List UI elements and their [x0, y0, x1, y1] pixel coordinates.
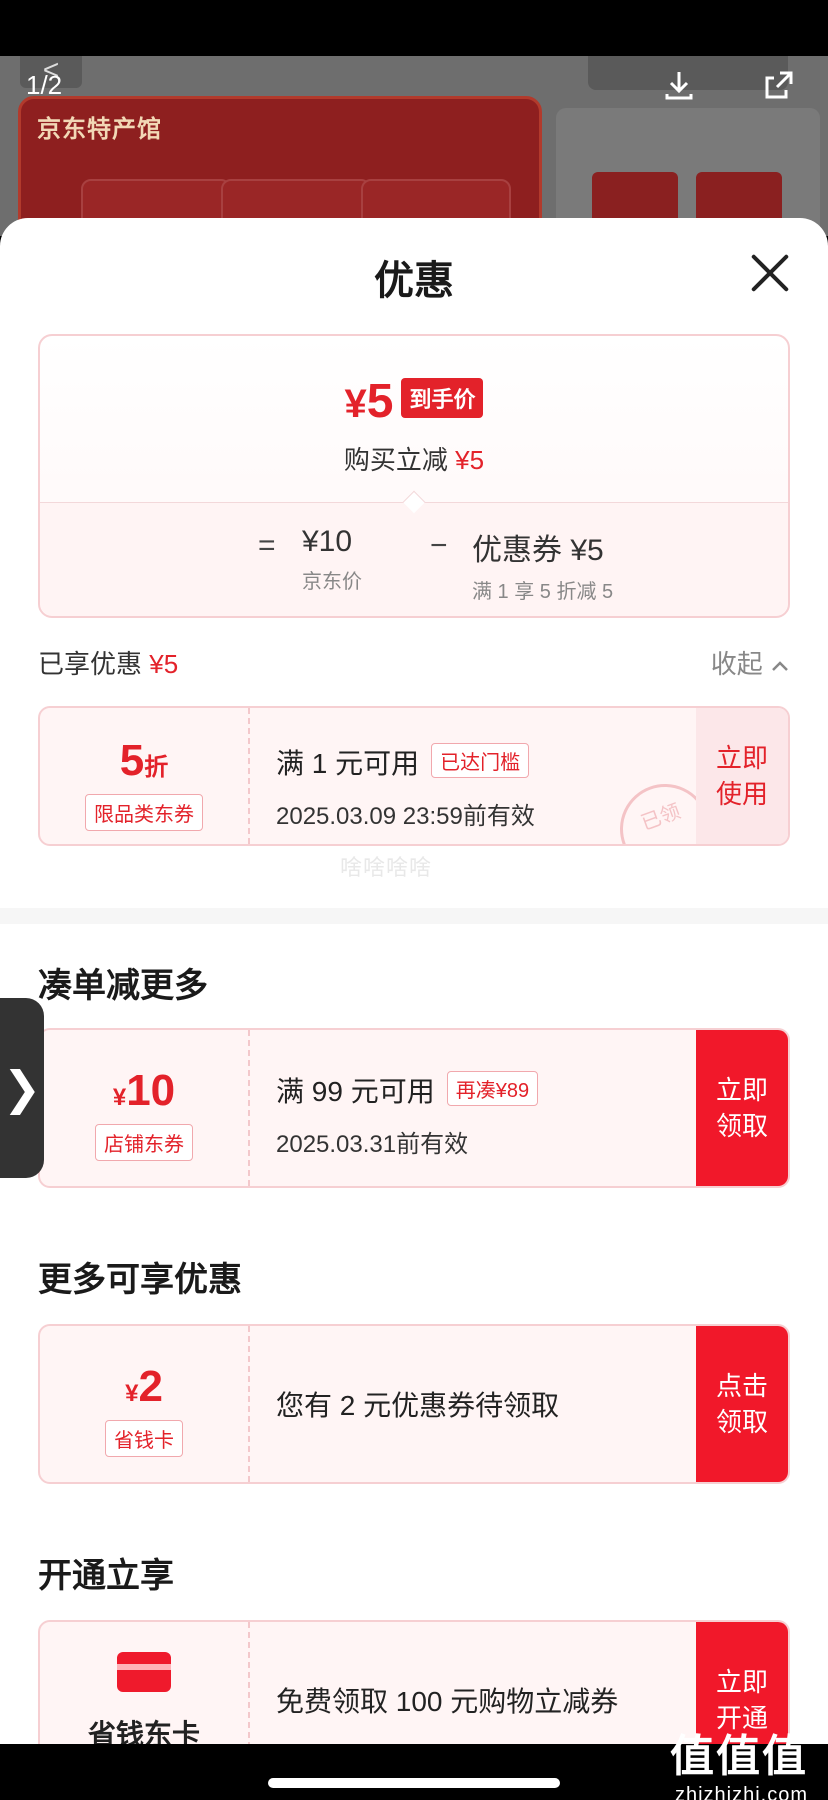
- close-icon[interactable]: [746, 248, 794, 296]
- section-title-more: 凑单减更多: [38, 967, 208, 1005]
- button-line: 点击: [715, 1371, 768, 1401]
- button-line: 立即: [715, 1075, 768, 1105]
- section-title-extra: 更多可享优惠: [38, 1261, 242, 1299]
- coupon-value-area: ¥10 店铺东券: [40, 1030, 250, 1186]
- coupon-deduction: 优惠券 ¥5 满 1 享 5 折减 5: [472, 525, 613, 604]
- use-now-button[interactable]: 立即 使用: [696, 708, 788, 844]
- chevron-up-icon: [772, 661, 788, 671]
- open-card-text: 免费领取 100 元购物立减券: [276, 1686, 619, 1717]
- product-thumbnail[interactable]: [556, 108, 820, 236]
- button-line: 立即: [715, 743, 768, 773]
- coupon-type-label: 店铺东券: [95, 1124, 193, 1161]
- remaining-badge: 再凑¥89: [446, 1071, 539, 1106]
- home-indicator[interactable]: [268, 1778, 560, 1788]
- coupon-condition: 满 1 元可用: [276, 748, 420, 779]
- coupon-type-label: 省钱卡: [105, 1420, 183, 1457]
- coupon-condition: 满 99 元可用: [276, 1076, 435, 1107]
- card-icon: [117, 1652, 171, 1692]
- minus-sign: −: [430, 529, 448, 562]
- download-icon[interactable]: [662, 68, 696, 110]
- button-line: 领取: [715, 1407, 768, 1437]
- collapse-button[interactable]: 收起: [711, 644, 790, 681]
- equals-sign: =: [258, 529, 276, 562]
- coupon-expiry: 2025.03.09 23:59前有效: [276, 803, 535, 830]
- coupon-value: 5折: [40, 736, 248, 786]
- button-line: 立即: [715, 1667, 768, 1697]
- enjoyed-discount: 已享优惠 ¥5: [38, 644, 178, 681]
- image-counter: 1/2: [26, 70, 63, 100]
- coupon-details: 免费领取 100 元购物立减券: [276, 1652, 618, 1720]
- section-gap: [0, 908, 828, 924]
- enjoyed-coupon: 5折 限品类东券 满 1 元可用 已达门槛 2025.03.09 23:59前有效…: [38, 706, 790, 846]
- coupon-value-number: 5: [119, 736, 145, 785]
- coupon-deduction-label: 满 1 享 5 折减 5: [472, 581, 614, 603]
- status-area: [0, 0, 828, 56]
- currency-symbol: ¥: [344, 382, 367, 426]
- price-summary-card: ¥5 到手价 购买立减 ¥5 = ¥10 京东价 − 优惠券 ¥5 满 1 享 5…: [38, 334, 790, 618]
- button-line: 使用: [715, 779, 768, 809]
- price-breakdown: = ¥10 京东价 − 优惠券 ¥5 满 1 享 5 折减 5: [40, 503, 788, 616]
- coupon-type-label: 限品类东券: [85, 794, 203, 831]
- product-page-background: < 京东特产馆: [0, 56, 828, 236]
- coupon-value-unit: 折: [144, 754, 169, 781]
- share-icon[interactable]: [762, 68, 796, 110]
- discount-sheet: 优惠 ¥5 到手价 购买立减 ¥5 = ¥10 京东价 − 优惠券 ¥5 满 1 …: [0, 218, 828, 1744]
- subtitle-amount: ¥5: [455, 445, 485, 475]
- coupon-value-number: 2: [138, 1362, 163, 1411]
- coupon-value: ¥10: [40, 1066, 248, 1116]
- site-watermark: 值值值 zhizhizhi.com: [670, 1720, 808, 1800]
- coupon-expiry: 2025.03.31前有效: [276, 1131, 469, 1158]
- coupon-pending-text: 您有 2 元优惠券待领取: [276, 1390, 560, 1421]
- side-drawer-handle[interactable]: ❯: [0, 998, 44, 1178]
- sheet-title: 优惠: [374, 259, 454, 303]
- coupon-details: 您有 2 元优惠券待领取: [276, 1356, 559, 1424]
- click-claim-button[interactable]: 点击 领取: [696, 1326, 788, 1482]
- coupon-value-area: 5折 限品类东券: [40, 708, 250, 844]
- coupon-value-number: 10: [126, 1066, 176, 1115]
- section-title-open: 开通立享: [38, 1557, 174, 1595]
- enjoyed-label: 已享优惠: [38, 649, 143, 679]
- banner-brand: 京东特产馆: [37, 116, 162, 143]
- base-price: ¥10 京东价: [302, 525, 362, 594]
- coupon-value-area: ¥2 省钱卡: [40, 1326, 250, 1482]
- chevron-right-icon: ❯: [2, 1062, 42, 1114]
- coupon-currency: ¥: [125, 1380, 139, 1407]
- coupon-details: 满 1 元可用 已达门槛 2025.03.09 23:59前有效: [276, 742, 535, 831]
- threshold-badge: 已达门槛: [431, 743, 530, 778]
- coupon-deduction-value: 优惠券 ¥5: [472, 534, 604, 567]
- final-price-value: 5: [366, 375, 394, 428]
- coupon-details: 满 99 元可用 再凑¥89 2025.03.31前有效: [276, 1070, 539, 1159]
- collapse-label: 收起: [710, 649, 763, 679]
- watermark: 啥啥啥啥: [340, 855, 433, 880]
- base-price-value: ¥10: [302, 525, 353, 558]
- button-line: 领取: [715, 1111, 768, 1141]
- final-price: ¥5 到手价: [40, 374, 788, 429]
- card-area: 省钱东卡: [40, 1622, 250, 1744]
- final-price-tag: 到手价: [401, 378, 484, 418]
- base-price-label: 京东价: [302, 571, 362, 593]
- saver-card-coupon: ¥2 省钱卡 您有 2 元优惠券待领取 点击领取: [38, 1324, 790, 1484]
- price-subtitle: 购买立减 ¥5: [40, 440, 788, 477]
- product-banner: 京东特产馆: [18, 96, 542, 236]
- coupon-currency: ¥: [112, 1084, 127, 1111]
- enjoyed-amount: ¥5: [149, 649, 179, 679]
- claim-now-button[interactable]: 立即 领取: [696, 1030, 788, 1186]
- shop-coupon: ¥10 店铺东券 满 99 元可用 再凑¥89 2025.03.31前有效 立即领…: [38, 1028, 790, 1188]
- card-name: 省钱东卡: [87, 1719, 200, 1744]
- subtitle-prefix: 购买立减: [343, 445, 448, 475]
- site-watermark-logo: 值值值: [670, 1732, 808, 1781]
- site-watermark-url: zhizhizhi.com: [674, 1784, 808, 1800]
- coupon-value: ¥2: [40, 1362, 248, 1412]
